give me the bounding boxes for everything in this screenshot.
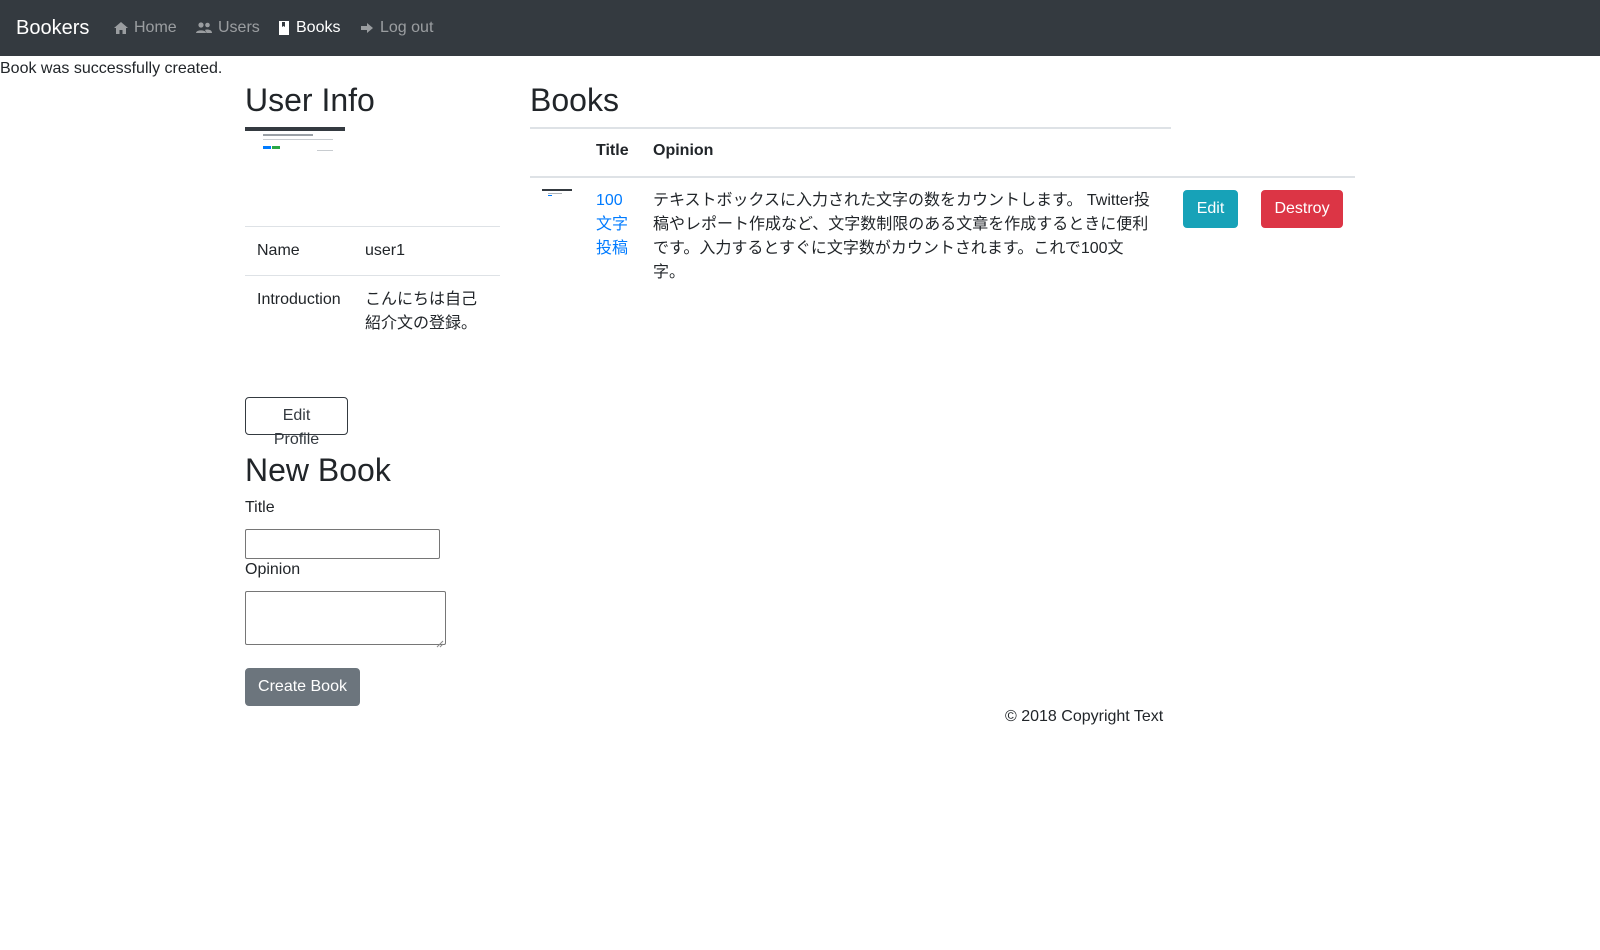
create-book-button[interactable]: Create Book: [245, 668, 360, 706]
opinion-label: Opinion: [245, 561, 301, 578]
logout-icon: [359, 20, 375, 36]
name-label: Name: [245, 226, 353, 276]
name-value: user1: [353, 226, 500, 276]
resize-grip-icon[interactable]: [436, 635, 444, 648]
user-info-heading: User Info: [245, 82, 375, 118]
title-input[interactable]: [245, 529, 440, 559]
nav-home[interactable]: Home: [113, 16, 177, 40]
nav-users[interactable]: Users: [195, 16, 260, 40]
flash-notice: Book was successfully created.: [0, 60, 223, 77]
edit-button[interactable]: Edit: [1183, 190, 1238, 228]
book-thumbnail[interactable]: [542, 189, 572, 197]
destroy-button[interactable]: Destroy: [1261, 190, 1343, 228]
opinion-textarea[interactable]: [245, 591, 446, 648]
divider: [530, 127, 1171, 129]
users-icon: [195, 20, 213, 36]
table-header-divider: [530, 176, 1355, 178]
nav-users-label: Users: [218, 19, 260, 36]
nav-logout[interactable]: Log out: [359, 16, 433, 40]
new-book-heading: New Book: [245, 452, 391, 488]
footer-copyright: © 2018 Copyright Text: [1005, 708, 1164, 725]
navbar: Bookers Home Users Books Log out: [0, 0, 1600, 56]
introduction-value: こんにちは自己紹介文の登録。: [353, 275, 500, 348]
user-info-row-introduction: Introduction こんにちは自己紹介文の登録。: [245, 275, 500, 348]
book-title-link[interactable]: 100文字投稿: [596, 189, 638, 261]
nav-books[interactable]: Books: [277, 16, 340, 40]
books-heading: Books: [530, 82, 619, 118]
book-opinion: テキストボックスに入力された文字の数をカウントします。 Twitter投稿やレポ…: [653, 192, 1151, 281]
nav-home-label: Home: [134, 19, 177, 36]
nav-books-label: Books: [296, 19, 341, 36]
user-info-table: Name user1 Introduction こんにちは自己紹介文の登録。: [245, 226, 500, 348]
brand-link[interactable]: Bookers: [16, 15, 89, 41]
title-label: Title: [245, 499, 275, 516]
column-header-opinion: Opinion: [653, 142, 714, 159]
home-icon: [113, 20, 129, 36]
user-info-row-name: Name user1: [245, 226, 500, 276]
edit-profile-button[interactable]: Edit Profile: [245, 397, 348, 448]
introduction-label: Introduction: [245, 275, 353, 348]
column-header-title: Title: [596, 142, 629, 159]
profile-image: [245, 127, 345, 153]
nav-logout-label: Log out: [380, 19, 434, 36]
book-icon: [277, 20, 291, 36]
